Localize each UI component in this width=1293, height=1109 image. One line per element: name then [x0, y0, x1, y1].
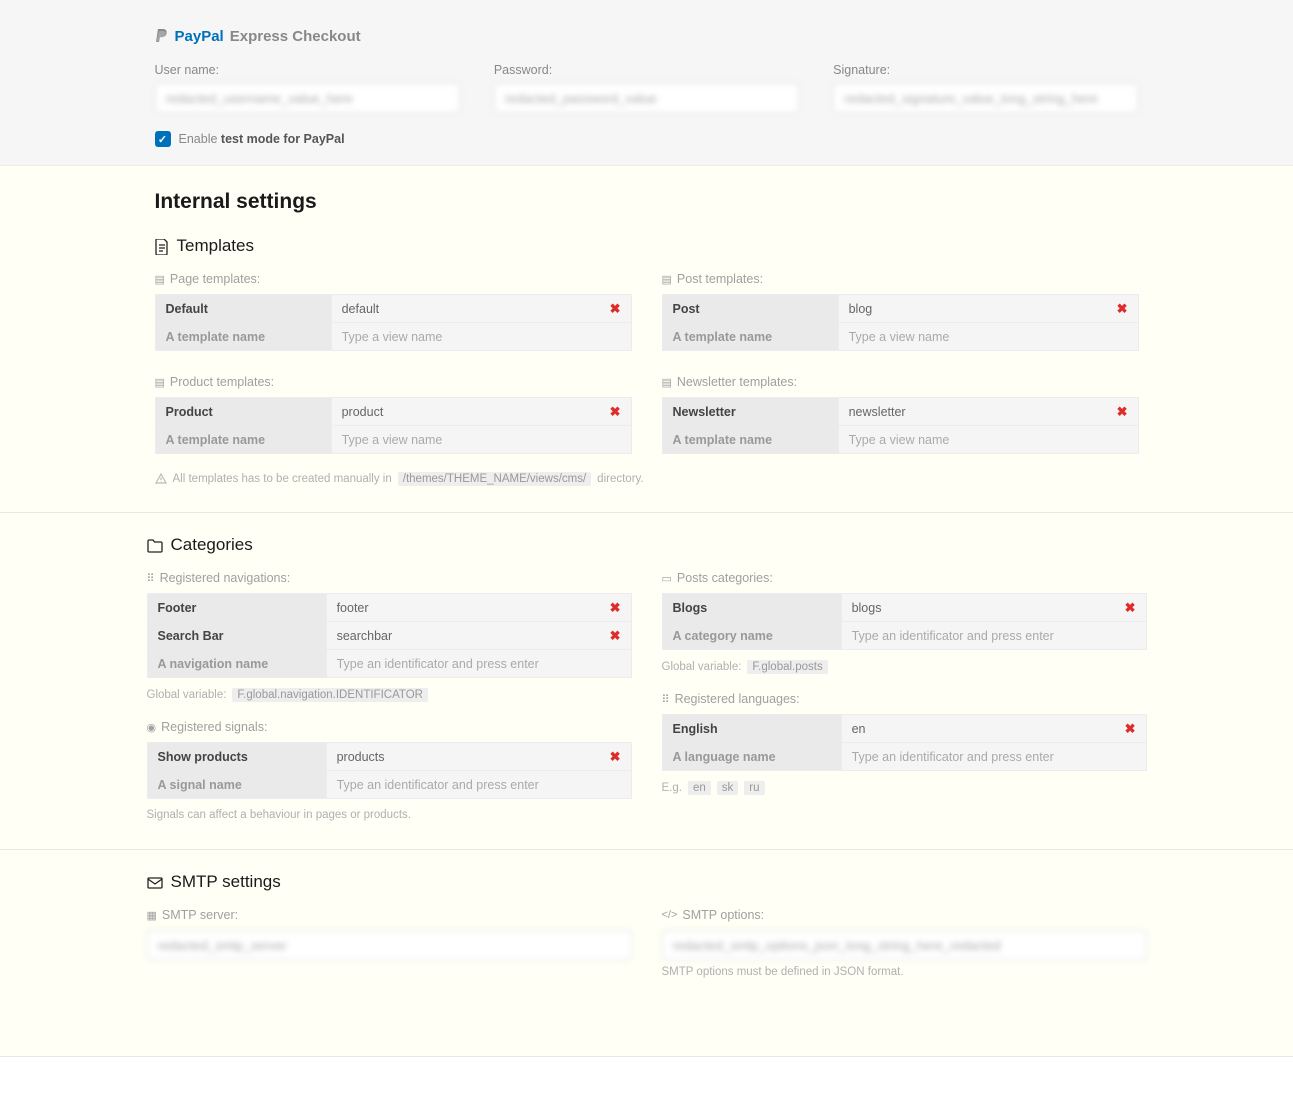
delete-icon[interactable]: ✖ — [610, 749, 621, 765]
post-templates-table: Post blog✖ A template name Type a view n… — [662, 294, 1139, 351]
username-input[interactable] — [155, 83, 460, 113]
table-row: Blogs blogs✖ — [662, 594, 1146, 622]
password-label: Password: — [494, 63, 799, 77]
warning-icon — [155, 473, 167, 485]
doc-icon: ▤ — [662, 376, 672, 389]
delete-icon[interactable]: ✖ — [1125, 721, 1136, 737]
product-templates-label: ▤ Product templates: — [155, 375, 632, 389]
delete-icon[interactable]: ✖ — [610, 600, 621, 616]
paypal-icon — [155, 28, 169, 45]
product-templates-table: Product product✖ A template name Type a … — [155, 397, 632, 454]
newsletter-templates-table: Newsletter newsletter✖ A template name T… — [662, 397, 1139, 454]
table-row-new[interactable]: A language name Type an identificator an… — [662, 743, 1146, 771]
username-label: User name: — [155, 63, 460, 77]
templates-heading: Templates — [155, 236, 1139, 256]
smtp-heading: SMTP settings — [147, 872, 1147, 892]
folder-icon: ▭ — [662, 572, 672, 585]
server-icon: ▦ — [147, 909, 157, 922]
mail-icon — [147, 872, 163, 892]
langs-note: E.g. en sk ru — [662, 781, 1147, 795]
table-row-new[interactable]: A template name Type a view name — [662, 323, 1138, 351]
table-row: English en✖ — [662, 715, 1146, 743]
smtp-server-label: ▦ SMTP server: — [147, 908, 632, 922]
categories-heading: Categories — [147, 535, 1147, 555]
signals-label: ◉ Registered signals: — [147, 720, 632, 734]
doc-icon: ▤ — [155, 376, 165, 389]
testmode-label: Enable test mode for PayPal — [179, 132, 345, 146]
table-row-new[interactable]: A template name Type a view name — [662, 426, 1138, 454]
signals-table: Show products products✖ A signal name Ty… — [147, 742, 632, 799]
smtp-options-note: SMTP options must be defined in JSON for… — [662, 966, 1147, 978]
table-row: Show products products✖ — [147, 743, 631, 771]
password-input[interactable] — [494, 83, 799, 113]
table-row-new[interactable]: A template name Type a view name — [155, 426, 631, 454]
signals-note: Signals can affect a behaviour in pages … — [147, 809, 632, 821]
table-row: Product product✖ — [155, 398, 631, 426]
table-row-new[interactable]: A navigation name Type an identificator … — [147, 650, 631, 678]
signal-icon: ◉ — [147, 721, 157, 734]
delete-icon[interactable]: ✖ — [1125, 600, 1136, 616]
code-icon: </> — [662, 909, 678, 921]
paypal-section: PayPal Express Checkout User name: Passw… — [0, 0, 1293, 166]
page-templates-label: ▤ Page templates: — [155, 272, 632, 286]
table-row: Post blog✖ — [662, 295, 1138, 323]
delete-icon[interactable]: ✖ — [610, 628, 621, 644]
delete-icon[interactable]: ✖ — [1117, 404, 1128, 420]
templates-note: All templates has to be created manually… — [155, 472, 1139, 486]
table-row: Default default✖ — [155, 295, 631, 323]
delete-icon[interactable]: ✖ — [610, 404, 621, 420]
smtp-options-label: </> SMTP options: — [662, 908, 1147, 922]
posts-note: Global variable: F.global.posts — [662, 660, 1147, 674]
table-row-new[interactable]: A category name Type an identificator an… — [662, 622, 1146, 650]
posts-cat-table: Blogs blogs✖ A category name Type an ide… — [662, 593, 1147, 650]
paypal-brand: PayPal — [175, 28, 224, 45]
doc-icon: ▤ — [155, 273, 165, 286]
table-row: Search Bar searchbar✖ — [147, 622, 631, 650]
nav-note: Global variable: F.global.navigation.IDE… — [147, 688, 632, 702]
file-icon — [155, 236, 169, 256]
langs-table: English en✖ A language name Type an iden… — [662, 714, 1147, 771]
internal-title: Internal settings — [155, 190, 1139, 214]
nav-label: ⠿ Registered navigations: — [147, 571, 632, 585]
post-templates-label: ▤ Post templates: — [662, 272, 1139, 286]
paypal-title: PayPal Express Checkout — [155, 28, 1139, 45]
langs-label: ⠿ Registered languages: — [662, 692, 1147, 706]
posts-cat-label: ▭ Posts categories: — [662, 571, 1147, 585]
delete-icon[interactable]: ✖ — [1117, 301, 1128, 317]
page-templates-table: Default default✖ A template name Type a … — [155, 294, 632, 351]
table-row: Footer footer✖ — [147, 594, 631, 622]
table-row-new[interactable]: A signal name Type an identificator and … — [147, 771, 631, 799]
table-row-new[interactable]: A template name Type a view name — [155, 323, 631, 351]
navigations-table: Footer footer✖ Search Bar searchbar✖ A n… — [147, 593, 632, 678]
smtp-server-input[interactable] — [147, 930, 632, 960]
sitemap-icon: ⠿ — [662, 693, 670, 706]
paypal-subtitle: Express Checkout — [230, 28, 361, 45]
smtp-options-input[interactable] — [662, 930, 1147, 960]
doc-icon: ▤ — [662, 273, 672, 286]
delete-icon[interactable]: ✖ — [610, 301, 621, 317]
newsletter-templates-label: ▤ Newsletter templates: — [662, 375, 1139, 389]
table-row: Newsletter newsletter✖ — [662, 398, 1138, 426]
signature-label: Signature: — [833, 63, 1138, 77]
signature-input[interactable] — [833, 83, 1138, 113]
testmode-checkbox[interactable]: ✓ — [155, 131, 171, 147]
sitemap-icon: ⠿ — [147, 572, 155, 585]
folder-icon — [147, 535, 163, 555]
